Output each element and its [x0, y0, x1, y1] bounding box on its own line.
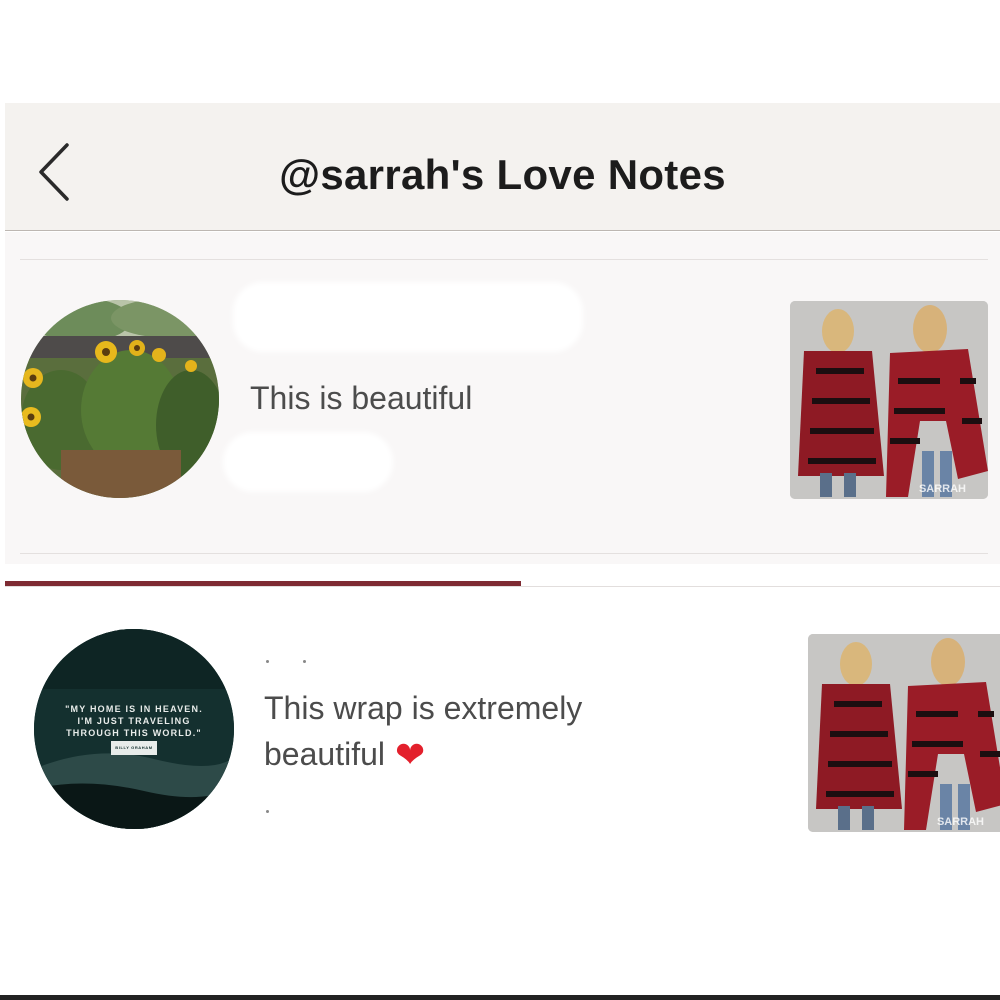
divider	[20, 553, 988, 554]
red-wrap-product-image	[790, 301, 988, 499]
tab-bar-divider	[5, 586, 1000, 587]
product-thumbnail[interactable]: SARRAH	[790, 301, 988, 499]
product-thumbnail[interactable]: SARRAH	[808, 634, 1000, 832]
redacted-username	[303, 660, 306, 663]
note-text: This is beautiful	[250, 380, 473, 416]
page-title: @sarrah's Love Notes	[279, 151, 726, 198]
love-note-item-2[interactable]: "MY HOME IS IN HEAVEN. I'M JUST TRAVELIN…	[0, 600, 1000, 850]
top-navigation-bar: @sarrah's Love Notes	[5, 103, 1000, 231]
active-tab-indicator	[5, 581, 521, 586]
love-note-item-1[interactable]: This is beautiful SARRAH	[5, 232, 1000, 564]
redacted-username	[233, 282, 583, 352]
watermark: SARRAH	[936, 816, 984, 828]
redacted-timestamp	[266, 810, 269, 813]
divider	[20, 259, 988, 260]
sunflower-photo-avatar[interactable]	[21, 300, 219, 498]
redacted-username	[266, 660, 269, 663]
quote-line: I'M JUST TRAVELING	[77, 716, 191, 726]
bottom-edge	[0, 995, 1000, 1000]
redacted-timestamp	[223, 432, 393, 492]
quote-image-avatar[interactable]: "MY HOME IS IN HEAVEN. I'M JUST TRAVELIN…	[34, 629, 234, 829]
note-text: This wrap is extremely beautiful ❤	[264, 685, 684, 778]
red-wrap-product-image	[808, 634, 1000, 832]
quote-attribution: BILLY GRAHAM	[111, 741, 157, 755]
quote-line: "MY HOME IS IN HEAVEN.	[65, 704, 203, 714]
sunflower-image	[21, 300, 219, 498]
heart-emoji-icon: ❤	[394, 734, 426, 775]
watermark: SARRAH	[918, 483, 966, 495]
quote-line: THROUGH THIS WORLD."	[66, 728, 202, 738]
